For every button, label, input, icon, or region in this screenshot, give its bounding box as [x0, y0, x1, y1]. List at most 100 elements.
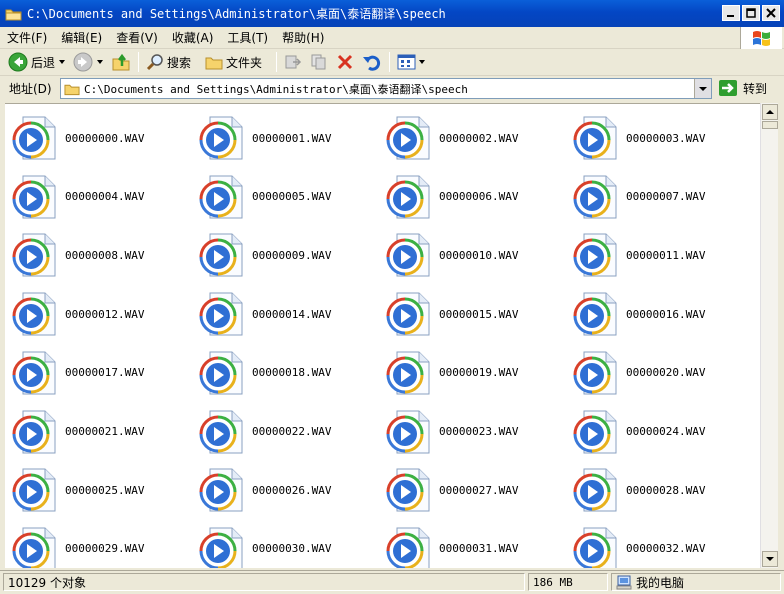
address-dropdown-button[interactable]	[694, 79, 711, 98]
file-item[interactable]: 00000012.WAV	[9, 285, 195, 343]
search-button[interactable]: 搜索	[142, 50, 195, 74]
file-name: 00000015.WAV	[439, 307, 519, 321]
file-name: 00000020.WAV	[626, 366, 706, 380]
file-item[interactable]: 00000030.WAV	[196, 520, 382, 568]
scrollbar-thumb[interactable]	[762, 121, 778, 129]
wav-file-icon	[12, 175, 56, 219]
file-item[interactable]: 00000019.WAV	[383, 344, 569, 402]
file-item[interactable]: 00000005.WAV	[196, 168, 382, 226]
file-item[interactable]: 00000000.WAV	[9, 109, 195, 167]
file-item[interactable]: 00000028.WAV	[570, 461, 756, 519]
folders-label: 文件夹	[226, 55, 263, 70]
toolbar-divider	[138, 52, 140, 72]
file-item[interactable]: 00000003.WAV	[570, 109, 756, 167]
file-item[interactable]: 00000016.WAV	[570, 285, 756, 343]
chevron-down-icon	[766, 557, 774, 561]
file-item[interactable]: 00000029.WAV	[9, 520, 195, 568]
up-folder-button[interactable]	[107, 50, 135, 74]
file-item[interactable]: 00000025.WAV	[9, 461, 195, 519]
file-item[interactable]: 00000006.WAV	[383, 168, 569, 226]
chevron-down-icon[interactable]	[419, 60, 426, 64]
wav-file-icon	[199, 351, 243, 395]
file-name: 00000022.WAV	[252, 425, 332, 438]
menu-bar: 文件(F) 编辑(E) 查看(V) 收藏(A) 工具(T) 帮助(H)	[0, 27, 784, 49]
file-item[interactable]: 00000023.WAV	[383, 403, 569, 461]
menu-tools[interactable]: 工具(T)	[220, 29, 275, 46]
chevron-down-icon[interactable]	[59, 60, 66, 64]
move-to-button[interactable]	[280, 50, 306, 74]
maximize-button[interactable]	[742, 5, 760, 21]
vertical-scrollbar[interactable]	[760, 103, 778, 568]
file-item[interactable]: 00000021.WAV	[9, 403, 195, 461]
file-item[interactable]: 00000022.WAV	[196, 403, 382, 461]
undo-button[interactable]	[358, 50, 386, 74]
file-name: 00000006.WAV	[439, 190, 519, 204]
wav-file-icon	[199, 410, 243, 453]
menu-view[interactable]: 查看(V)	[109, 29, 165, 46]
file-item[interactable]: 00000031.WAV	[383, 520, 569, 568]
status-size: 186 MB	[528, 573, 608, 591]
go-button[interactable]: 转到	[718, 79, 767, 97]
views-icon	[397, 54, 416, 70]
file-item[interactable]: 00000024.WAV	[570, 403, 756, 461]
file-name: 00000012.WAV	[65, 307, 145, 321]
file-item[interactable]: 00000004.WAV	[9, 168, 195, 226]
scroll-up-button[interactable]	[762, 104, 778, 120]
folder-icon	[5, 7, 22, 21]
address-input[interactable]: C:\Documents and Settings\Administrator\…	[60, 78, 712, 99]
menu-file[interactable]: 文件(F)	[0, 29, 54, 46]
file-item[interactable]: 00000027.WAV	[383, 461, 569, 519]
scroll-down-button[interactable]	[762, 551, 778, 567]
menu-favorites[interactable]: 收藏(A)	[165, 29, 221, 46]
file-item[interactable]: 00000011.WAV	[570, 226, 756, 284]
file-name: 00000023.WAV	[439, 425, 519, 438]
chevron-down-icon[interactable]	[97, 60, 104, 64]
minimize-button[interactable]	[722, 5, 740, 21]
file-item[interactable]: 00000032.WAV	[570, 520, 756, 568]
file-name: 00000017.WAV	[65, 366, 145, 380]
file-item[interactable]: 00000026.WAV	[196, 461, 382, 519]
file-name: 00000009.WAV	[252, 248, 332, 262]
file-item[interactable]: 00000020.WAV	[570, 344, 756, 402]
undo-icon	[363, 55, 381, 71]
wav-file-icon	[386, 233, 430, 277]
close-button[interactable]	[762, 5, 780, 21]
file-name: 00000026.WAV	[252, 483, 332, 497]
wav-file-icon	[386, 116, 430, 160]
views-button[interactable]	[393, 50, 429, 74]
file-item[interactable]: 00000008.WAV	[9, 226, 195, 284]
copy-to-button[interactable]	[306, 50, 332, 74]
wav-file-icon	[573, 175, 617, 219]
toolbar-divider	[276, 52, 278, 72]
file-item[interactable]: 00000018.WAV	[196, 344, 382, 402]
search-icon	[146, 54, 163, 71]
file-item[interactable]: 00000007.WAV	[570, 168, 756, 226]
file-item[interactable]: 00000010.WAV	[383, 226, 569, 284]
wav-file-icon	[573, 410, 617, 453]
delete-button[interactable]	[332, 50, 358, 74]
file-list-view[interactable]: 00000000.WAV 00000001.WAV 00000002.WAV 0…	[5, 103, 760, 568]
file-item[interactable]: 00000001.WAV	[196, 109, 382, 167]
back-button[interactable]: 后退	[4, 50, 69, 74]
menu-edit[interactable]: 编辑(E)	[54, 29, 109, 46]
wav-file-icon	[573, 527, 617, 568]
file-name: 00000030.WAV	[252, 542, 332, 556]
file-item[interactable]: 00000002.WAV	[383, 109, 569, 167]
wav-file-icon	[573, 233, 617, 277]
file-item[interactable]: 00000009.WAV	[196, 226, 382, 284]
folder-icon	[64, 84, 80, 95]
file-name: 00000014.WAV	[252, 307, 332, 321]
file-name: 00000029.WAV	[65, 542, 145, 556]
title-bar[interactable]: C:\Documents and Settings\Administrator\…	[0, 0, 784, 27]
folders-button[interactable]: 文件夹	[201, 50, 266, 74]
file-item[interactable]: 00000017.WAV	[9, 344, 195, 402]
menu-help[interactable]: 帮助(H)	[275, 29, 331, 46]
file-item[interactable]: 00000014.WAV	[196, 285, 382, 343]
wav-file-icon	[199, 233, 243, 277]
file-name: 00000024.WAV	[626, 425, 706, 438]
wav-file-icon	[12, 233, 56, 277]
wav-file-icon	[386, 410, 430, 453]
forward-arrow-icon	[73, 52, 93, 72]
file-item[interactable]: 00000015.WAV	[383, 285, 569, 343]
forward-button[interactable]	[69, 50, 107, 74]
